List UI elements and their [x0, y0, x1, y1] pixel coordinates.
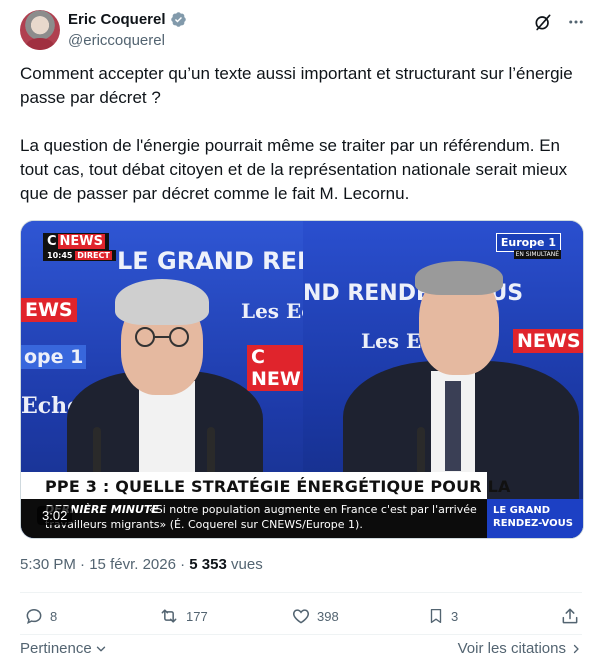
tweet-paragraph: Comment accepter qu’un texte aussi impor…: [20, 64, 573, 107]
views-label: vues: [226, 556, 263, 573]
author-handle[interactable]: @ericcoquerel: [68, 32, 165, 49]
author-name-row: Eric Coquerel: [68, 11, 187, 28]
tweet-time[interactable]: 5:30 PM: [20, 556, 76, 573]
author-name[interactable]: Eric Coquerel: [68, 11, 166, 28]
share-icon: [562, 608, 578, 624]
bookmark-count: 3: [451, 608, 459, 624]
meta-separator: ·: [175, 556, 190, 573]
tweet-date[interactable]: 15 févr. 2026: [89, 556, 176, 573]
avatar[interactable]: [20, 10, 60, 50]
bookmark-icon: [430, 608, 442, 624]
simulcast-label: EN SIMULTANÉ: [513, 250, 561, 259]
microphone: [207, 427, 215, 475]
ticker-text: travailleurs migrants» (É. Coquerel sur …: [45, 518, 363, 531]
video-duration: 3:02: [37, 506, 73, 525]
view-quotes-link[interactable]: Voir les citations: [458, 640, 582, 657]
reply-icon: [26, 608, 42, 625]
share-button[interactable]: [560, 606, 580, 626]
sort-dropdown[interactable]: Pertinence: [20, 640, 108, 657]
tweet-paragraph: La question de l'énergie pourrait même s…: [20, 136, 568, 203]
meta-separator: ·: [75, 556, 90, 573]
bookmark-button[interactable]: 3: [427, 606, 458, 626]
divider: [20, 634, 582, 635]
show-logo-line: LE GRAND: [493, 505, 551, 516]
tweet-text: Comment accepter qu’un texte aussi impor…: [20, 62, 582, 206]
ticker-text: «Si notre population augmente en France …: [149, 503, 477, 516]
backdrop-text: EWS: [21, 298, 77, 322]
backdrop-text: ope 1: [21, 345, 87, 369]
chevron-down-icon: [96, 646, 105, 651]
reply-button[interactable]: 8: [24, 606, 57, 626]
like-count: 398: [317, 608, 339, 624]
retweet-button[interactable]: 177: [158, 606, 208, 626]
live-indicator: 10:45 DIRECT: [43, 250, 116, 261]
chevron-right-icon: [573, 644, 579, 653]
grok-icon[interactable]: [533, 12, 553, 32]
more-options-icon[interactable]: [567, 13, 585, 31]
show-logo-line: RENDEZ-VOUS: [493, 518, 573, 529]
heart-icon: [292, 609, 310, 624]
divider: [20, 592, 582, 593]
video-player[interactable]: LE GRAND RENDEZ EWS Les Ec ope 1 C NEW E…: [20, 220, 584, 539]
action-bar: 8 177 398 3: [20, 606, 582, 630]
tweet-meta: 5:30 PM · 15 févr. 2026 · 5 353 vues: [20, 556, 263, 573]
like-button[interactable]: 398: [291, 606, 339, 626]
microphone: [93, 427, 101, 475]
header-actions: [533, 12, 585, 32]
retweet-icon: [161, 609, 177, 623]
tweet-header: Eric Coquerel @ericcoquerel: [20, 10, 585, 54]
views-count: 5 353: [189, 556, 227, 573]
verified-badge-icon: [170, 11, 187, 28]
backdrop-text: NEWS: [513, 329, 583, 353]
backdrop-text: C NEW: [247, 345, 305, 391]
reply-count: 8: [50, 608, 58, 624]
retweet-count: 177: [186, 608, 208, 624]
view-quotes-label: Voir les citations: [457, 640, 566, 657]
microphone: [417, 427, 425, 475]
sort-label: Pertinence: [20, 640, 92, 657]
show-logo: LE GRAND RENDEZ-VOUS: [487, 499, 583, 538]
cnews-logo: C NEWS: [43, 233, 110, 250]
